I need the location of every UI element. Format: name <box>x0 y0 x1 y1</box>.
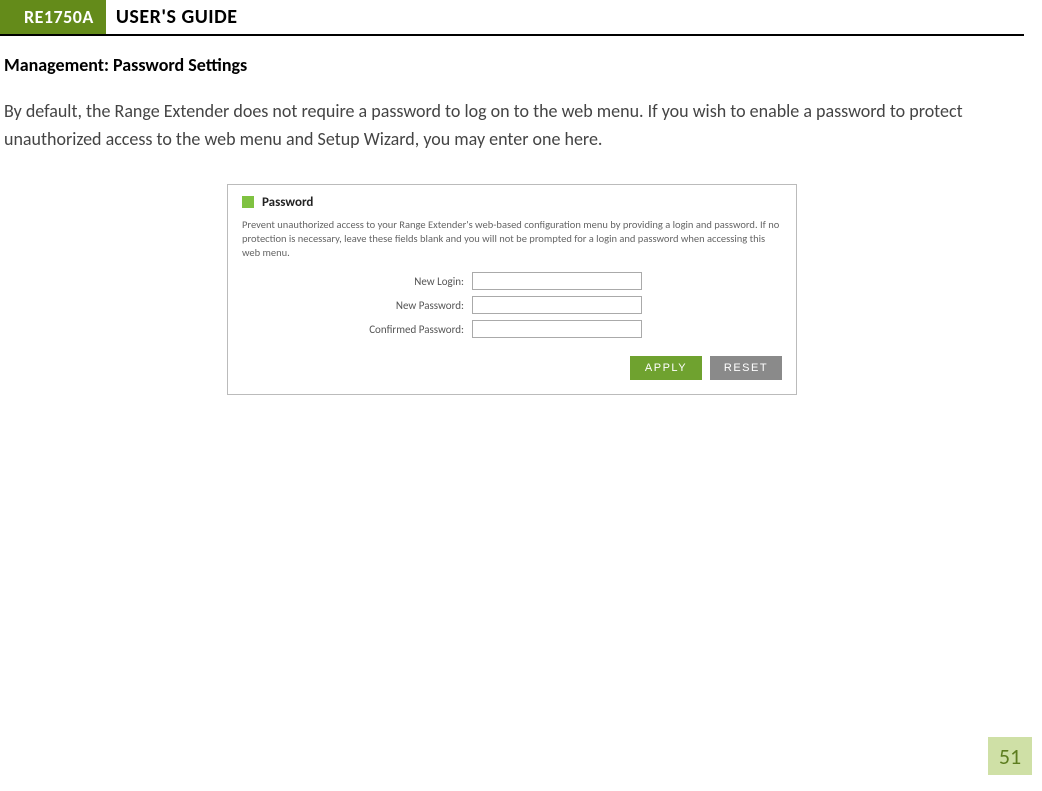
model-text: RE1750A <box>24 6 94 28</box>
reset-button[interactable]: RESET <box>710 356 782 380</box>
model-badge: RE1750A <box>18 0 106 34</box>
page-number: 51 <box>988 737 1032 775</box>
panel-description: Prevent unauthorized access to your Rang… <box>242 218 782 261</box>
label-confirmed-password: Confirmed Password: <box>242 323 472 336</box>
panel-container: Password Prevent unauthorized access to … <box>4 184 1020 396</box>
guide-title-text: USER'S GUIDE <box>116 5 238 29</box>
input-new-login[interactable] <box>472 272 642 290</box>
document-header: RE1750A USER'S GUIDE <box>0 0 1024 36</box>
password-panel: Password Prevent unauthorized access to … <box>227 184 797 396</box>
panel-title: Password <box>262 195 313 210</box>
label-new-login: New Login: <box>242 275 472 288</box>
input-confirmed-password[interactable] <box>472 320 642 338</box>
label-new-password: New Password: <box>242 299 472 312</box>
apply-button[interactable]: APPLY <box>630 356 702 380</box>
section-body-text: By default, the Range Extender does not … <box>4 98 1020 154</box>
page-body: Management: Password Settings By default… <box>0 36 1042 395</box>
panel-title-row: Password <box>242 195 782 210</box>
input-new-password[interactable] <box>472 296 642 314</box>
section-heading: Management: Password Settings <box>4 54 1020 76</box>
row-confirmed-password: Confirmed Password: <box>242 320 782 338</box>
row-new-password: New Password: <box>242 296 782 314</box>
row-new-login: New Login: <box>242 272 782 290</box>
button-row: APPLY RESET <box>242 356 782 380</box>
header-accent <box>0 0 18 34</box>
guide-title: USER'S GUIDE <box>106 0 248 34</box>
square-icon <box>242 196 254 208</box>
